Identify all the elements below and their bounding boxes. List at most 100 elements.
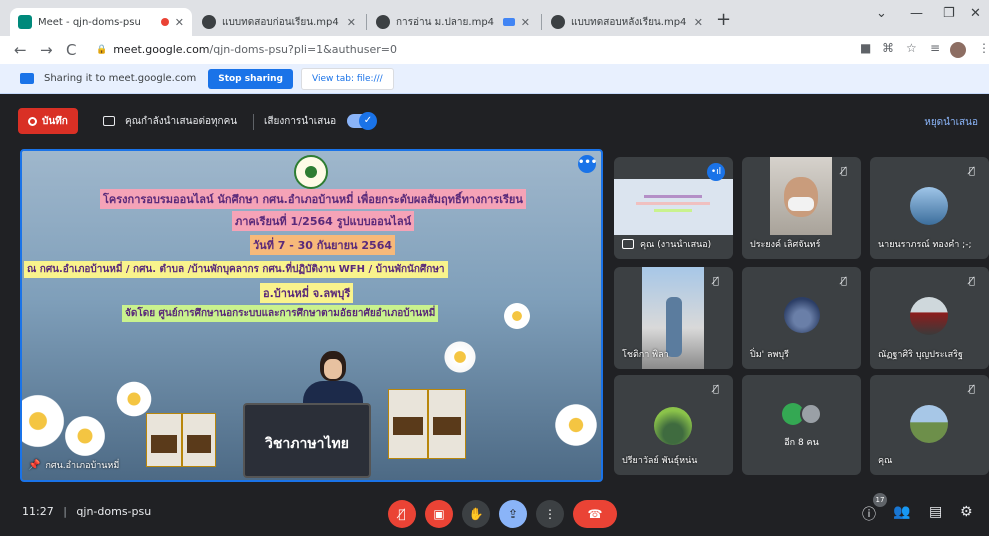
url-field[interactable]: 🔒 meet.google.com/qjn-doms-psu?pli=1&aut… <box>96 40 856 60</box>
mic-off-icon: 🎙̸ <box>840 276 847 287</box>
present-icon <box>622 239 634 249</box>
chat-icon[interactable]: ▤ <box>929 504 942 520</box>
mic-off-button[interactable]: 🎙̸ <box>388 500 416 528</box>
screen-share-icon <box>20 73 34 84</box>
participant-name: โชติกา พิลา <box>622 350 669 360</box>
participant-tile[interactable]: 🎙̸ นายนราภรณ์ ทองคำ ;-; <box>870 157 989 259</box>
star-icon[interactable]: ☆ <box>906 41 917 55</box>
tab-label: Meet - qjn-doms-psu <box>38 16 141 28</box>
url-host: meet.google.com <box>113 43 210 56</box>
tab-divider <box>541 14 542 30</box>
slide-line: ภาคเรียนที่ 1/2564 รูปแบบออนไลน์ <box>232 211 415 231</box>
menu-icon[interactable]: ⋮ <box>978 41 989 55</box>
more-options-button[interactable]: ⋮ <box>536 500 564 528</box>
tab-video-2[interactable]: การอ่าน ม.ปลาย.mp4 ✕ <box>368 8 538 36</box>
participant-tile[interactable]: 🎙̸ ประยงค์ เลิศจันทร์ <box>742 157 861 259</box>
participant-tile[interactable]: 🎙̸ คุณ <box>870 375 989 475</box>
participant-tile[interactable]: 🎙̸ ปิ่ม' ลพบุรี <box>742 267 861 369</box>
presentation-audio-toggle[interactable]: ✓ <box>347 112 377 130</box>
close-icon[interactable]: ✕ <box>347 16 356 29</box>
participant-avatar <box>784 297 820 333</box>
people-icon[interactable]: 👥 <box>893 504 910 520</box>
stop-presenting-button[interactable]: หยุดนำเสนอ <box>924 115 978 130</box>
meeting-info-text: 11:27 | qjn-doms-psu <box>22 505 151 518</box>
clock-time: 11:27 <box>22 505 54 518</box>
reading-list-icon[interactable]: ≡ <box>930 41 940 55</box>
flower-image <box>442 339 478 375</box>
main-stage[interactable]: โครงการอบรมออนไลน์ นักศึกษา กศน.อำเภอบ้า… <box>20 149 603 482</box>
record-label: บันทึก <box>42 115 68 127</box>
snack-label <box>393 417 423 436</box>
institution-seal <box>294 155 328 189</box>
tab-meet[interactable]: Meet - qjn-doms-psu ✕ <box>10 8 192 36</box>
mic-off-icon: 🎙̸ <box>840 166 847 177</box>
screen-share-icon <box>502 18 515 26</box>
participant-name: คุณ (งานนำเสนอ) <box>640 240 712 250</box>
pin-icon: 📌 <box>28 459 41 471</box>
meet-top-bar: บันทึก คุณกำลังนำเสนอต่อทุกคน เสียงการนำ… <box>0 104 989 140</box>
camera-indicator-icon[interactable]: ■ <box>860 41 871 55</box>
url-path: /qjn-doms-psu?pli=1&authuser=0 <box>209 43 397 56</box>
meeting-code: qjn-doms-psu <box>76 505 152 518</box>
thumbnail-line <box>654 209 692 212</box>
participant-name: ณัฏฐาศิริ บุญประเสริฐ <box>878 350 963 360</box>
meet-icon <box>18 15 32 29</box>
divider: | <box>63 505 67 518</box>
more-participants-tile[interactable]: อีก 8 คน <box>742 375 861 475</box>
participant-avatar <box>800 403 822 425</box>
participant-avatar <box>654 407 692 445</box>
participant-tile[interactable]: 🎙̸ โชติกา พิลา <box>614 267 733 369</box>
divider <box>253 114 254 130</box>
thumbnail-line <box>636 202 710 205</box>
sharing-text: Sharing it to meet.google.com <box>44 73 197 84</box>
forward-icon[interactable]: → <box>40 40 53 60</box>
address-bar: ← → C 🔒 meet.google.com/qjn-doms-psu?pli… <box>0 36 989 64</box>
view-tab-button[interactable]: View tab: file:/// <box>300 67 394 90</box>
slide-line: โครงการอบรมออนไลน์ นักศึกษา กศน.อำเภอบ้า… <box>100 189 526 209</box>
slide-line: อ.บ้านหมี่ จ.ลพบุรี <box>260 283 354 303</box>
profile-avatar[interactable] <box>950 42 966 58</box>
participant-name: ประยงค์ เลิศจันทร์ <box>750 240 821 250</box>
globe-icon <box>376 15 390 29</box>
meeting-details-icon[interactable]: ⓘ <box>862 504 876 524</box>
snack-bag <box>146 413 182 467</box>
back-icon[interactable]: ← <box>14 40 27 60</box>
tab-divider <box>366 14 367 30</box>
more-options-icon[interactable]: ••• <box>578 155 597 173</box>
new-tab-button[interactable]: + <box>716 10 731 30</box>
stop-sharing-button[interactable]: Stop sharing <box>208 68 293 89</box>
maximize-button[interactable]: ❐ <box>943 6 955 21</box>
record-icon <box>28 116 37 126</box>
camera-off-button[interactable]: ▣ <box>425 500 453 528</box>
participant-tile[interactable]: 🎙̸ ณัฏฐาศิริ บุญประเสริฐ <box>870 267 989 369</box>
present-now-button[interactable]: ⇪ <box>499 500 527 528</box>
tab-video-3[interactable]: แบบทดสอบหลังเรียน.mp4 ✕ <box>543 8 711 36</box>
reload-icon[interactable]: C <box>66 40 76 60</box>
tab-video-1[interactable]: แบบทดสอบก่อนเรียน.mp4 ✕ <box>194 8 364 36</box>
more-participants-label: อีก 8 คน <box>784 438 819 448</box>
leave-call-button[interactable]: ☎ <box>573 500 617 528</box>
face-mask <box>788 197 814 211</box>
globe-icon <box>202 15 216 29</box>
close-icon[interactable]: ✕ <box>521 16 530 29</box>
record-button[interactable]: บันทึก <box>18 108 78 134</box>
recording-icon <box>160 18 169 26</box>
minimize-button[interactable]: — <box>910 6 923 21</box>
mic-off-icon: 🎙̸ <box>968 384 975 395</box>
raise-hand-button[interactable]: ✋ <box>462 500 490 528</box>
presenting-text: คุณกำลังนำเสนอต่อทุกคน <box>125 116 238 127</box>
participant-tile[interactable]: 🎙̸ ปรียาวัลย์ พันธุ์หน่น <box>614 375 733 475</box>
tab-search-icon[interactable]: ⌄ <box>876 6 887 21</box>
translate-icon[interactable]: ⌘ <box>882 41 894 55</box>
present-icon <box>103 116 115 126</box>
close-icon[interactable]: ✕ <box>175 16 184 29</box>
presenter-face <box>324 359 342 379</box>
participant-avatar <box>910 187 948 225</box>
flower-image <box>502 301 532 331</box>
close-window-button[interactable]: ✕ <box>970 6 981 21</box>
participant-tile[interactable]: •ıl คุณ (งานนำเสนอ) <box>614 157 733 259</box>
presenter-name: กศน.อำเภอบ้านหมี่ <box>45 461 120 471</box>
participant-avatar <box>910 405 948 443</box>
activities-icon[interactable]: ⚙ <box>960 504 973 520</box>
close-icon[interactable]: ✕ <box>694 16 703 29</box>
